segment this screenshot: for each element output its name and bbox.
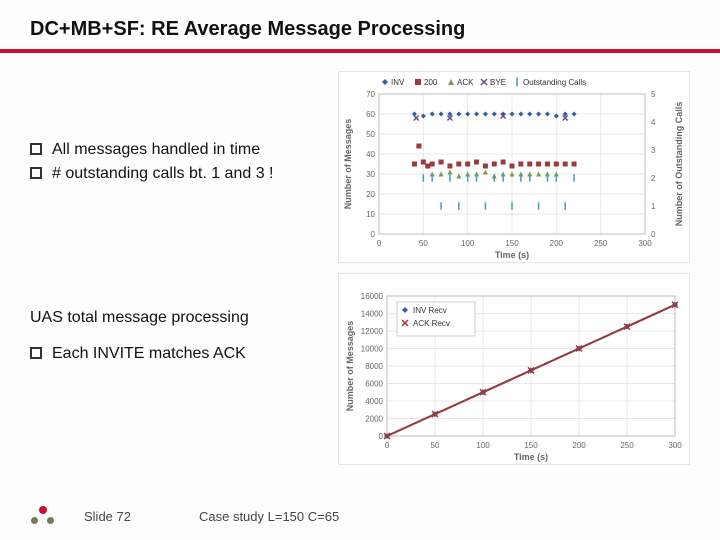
svg-text:0: 0	[651, 230, 656, 239]
svg-text:70: 70	[366, 90, 375, 99]
chart-top: 010203040506070012345050100150200250300T…	[338, 71, 690, 263]
svg-text:150: 150	[505, 239, 519, 248]
svg-text:300: 300	[638, 239, 652, 248]
svg-text:100: 100	[461, 239, 475, 248]
svg-text:14000: 14000	[361, 310, 384, 319]
svg-text:5: 5	[651, 90, 656, 99]
bullet-3: Each INVITE matches ACK	[30, 345, 330, 363]
svg-text:ACK Recv: ACK Recv	[413, 319, 450, 328]
svg-text:Time (s): Time (s)	[495, 250, 529, 260]
bottom-bullets: Each INVITE matches ACK	[30, 345, 330, 363]
svg-text:12000: 12000	[361, 327, 384, 336]
svg-text:50: 50	[366, 130, 375, 139]
bullet-2: # outstanding calls bt. 1 and 3 !	[30, 165, 330, 183]
svg-text:60: 60	[366, 110, 375, 119]
svg-text:50: 50	[419, 239, 428, 248]
svg-text:30: 30	[366, 170, 375, 179]
svg-text:2: 2	[651, 174, 656, 183]
svg-text:BYE: BYE	[490, 78, 506, 87]
svg-text:INV: INV	[391, 78, 405, 87]
svg-text:200: 200	[550, 239, 564, 248]
svg-text:ACK: ACK	[457, 78, 474, 87]
svg-text:6000: 6000	[365, 380, 383, 389]
svg-text:0: 0	[377, 239, 382, 248]
page-title: DC+MB+SF: RE Average Message Processing	[30, 18, 690, 41]
svg-text:INV Recv: INV Recv	[413, 306, 447, 315]
slide-number: Slide 72	[84, 509, 131, 524]
svg-text:150: 150	[524, 441, 538, 450]
svg-text:250: 250	[620, 441, 634, 450]
svg-text:200: 200	[424, 78, 438, 87]
svg-text:250: 250	[594, 239, 608, 248]
svg-text:0: 0	[385, 441, 390, 450]
svg-text:300: 300	[668, 441, 682, 450]
svg-text:50: 50	[431, 441, 440, 450]
svg-text:0: 0	[379, 432, 384, 441]
svg-text:4: 4	[651, 118, 656, 127]
svg-text:Time (s): Time (s)	[514, 452, 548, 462]
svg-text:16000: 16000	[361, 292, 384, 301]
svg-text:4000: 4000	[365, 397, 383, 406]
svg-text:100: 100	[476, 441, 490, 450]
svg-text:40: 40	[366, 150, 375, 159]
svg-text:2000: 2000	[365, 415, 383, 424]
svg-text:0: 0	[371, 230, 376, 239]
svg-text:8000: 8000	[365, 362, 383, 371]
title-rule	[0, 49, 720, 53]
svg-text:10: 10	[366, 210, 375, 219]
svg-text:Number of Messages: Number of Messages	[345, 321, 355, 412]
svg-text:Number of Messages: Number of Messages	[343, 119, 353, 210]
svg-text:Number of Outstanding Calls: Number of Outstanding Calls	[674, 102, 684, 227]
svg-text:200: 200	[572, 441, 586, 450]
svg-text:20: 20	[366, 190, 375, 199]
chart-bottom: 0 2000 4000 6000 8000 10000 12000 14000 16000 0 50…	[338, 273, 690, 465]
svg-text:1: 1	[651, 202, 656, 211]
case-study-label: Case study L=150 C=65	[199, 509, 339, 524]
svg-text:3: 3	[651, 146, 656, 155]
bullet-1: All messages handled in time	[30, 141, 330, 159]
section2-label: UAS total message processing	[30, 309, 330, 327]
svg-text:10000: 10000	[361, 345, 384, 354]
top-bullets: All messages handled in time # outstandi…	[30, 141, 330, 189]
svg-text:Outstanding Calls: Outstanding Calls	[523, 78, 586, 87]
footer-logo-icon	[30, 506, 56, 526]
